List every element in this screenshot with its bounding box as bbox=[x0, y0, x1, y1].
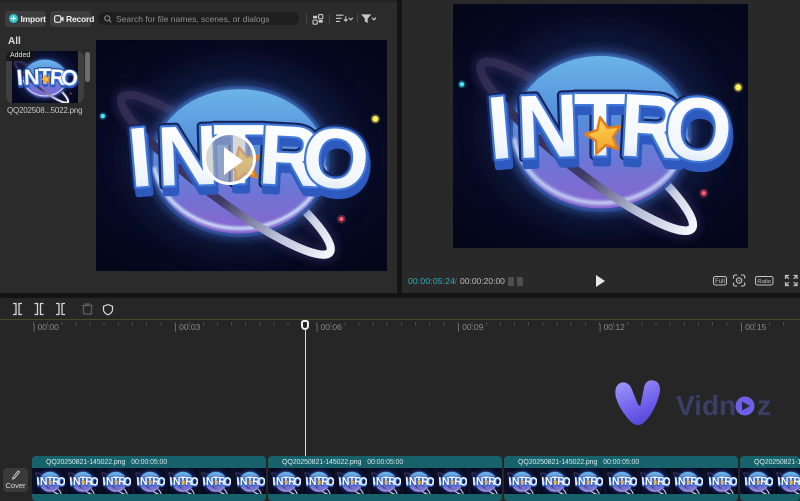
svg-text:Vidn: Vidn bbox=[676, 390, 736, 421]
svg-text:Full: Full bbox=[715, 279, 725, 285]
svg-text:Ratio: Ratio bbox=[757, 279, 771, 285]
svg-text:z: z bbox=[757, 390, 771, 421]
